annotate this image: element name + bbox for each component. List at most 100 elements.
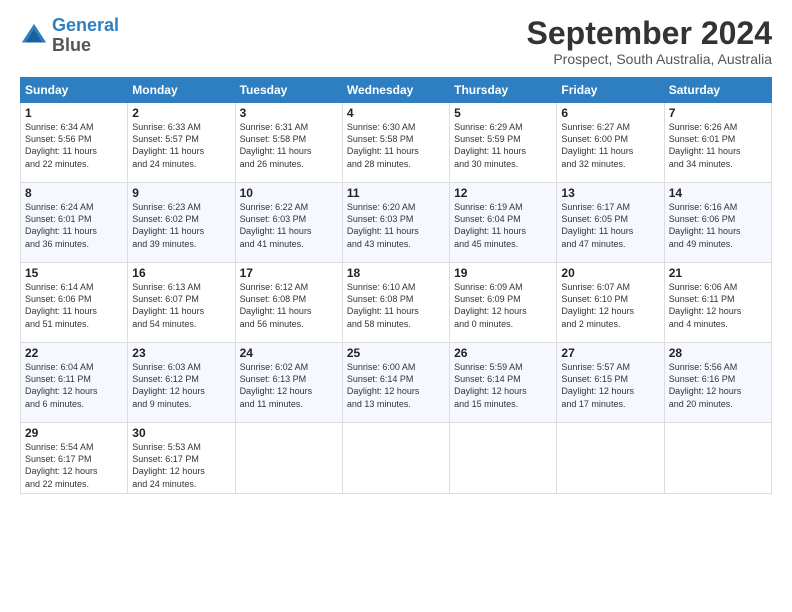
col-friday: Friday: [557, 78, 664, 103]
table-row: [664, 423, 771, 494]
day-info: Sunrise: 5:56 AM Sunset: 6:16 PM Dayligh…: [669, 361, 767, 410]
day-info: Sunrise: 6:26 AM Sunset: 6:01 PM Dayligh…: [669, 121, 767, 170]
table-row: 29Sunrise: 5:54 AM Sunset: 6:17 PM Dayli…: [21, 423, 128, 494]
logo-text: General Blue: [52, 16, 119, 56]
table-row: 25Sunrise: 6:00 AM Sunset: 6:14 PM Dayli…: [342, 343, 449, 423]
day-number: 18: [347, 266, 445, 280]
table-row: 8Sunrise: 6:24 AM Sunset: 6:01 PM Daylig…: [21, 183, 128, 263]
table-row: 16Sunrise: 6:13 AM Sunset: 6:07 PM Dayli…: [128, 263, 235, 343]
day-number: 1: [25, 106, 123, 120]
table-row: 17Sunrise: 6:12 AM Sunset: 6:08 PM Dayli…: [235, 263, 342, 343]
table-row: 3Sunrise: 6:31 AM Sunset: 5:58 PM Daylig…: [235, 103, 342, 183]
day-number: 9: [132, 186, 230, 200]
day-number: 25: [347, 346, 445, 360]
table-row: 22Sunrise: 6:04 AM Sunset: 6:11 PM Dayli…: [21, 343, 128, 423]
table-row: 19Sunrise: 6:09 AM Sunset: 6:09 PM Dayli…: [450, 263, 557, 343]
month-title: September 2024: [527, 16, 772, 51]
day-info: Sunrise: 6:19 AM Sunset: 6:04 PM Dayligh…: [454, 201, 552, 250]
calendar-table: Sunday Monday Tuesday Wednesday Thursday…: [20, 77, 772, 494]
day-info: Sunrise: 6:24 AM Sunset: 6:01 PM Dayligh…: [25, 201, 123, 250]
header: General Blue September 2024 Prospect, So…: [20, 16, 772, 67]
col-monday: Monday: [128, 78, 235, 103]
table-row: 12Sunrise: 6:19 AM Sunset: 6:04 PM Dayli…: [450, 183, 557, 263]
title-area: September 2024 Prospect, South Australia…: [527, 16, 772, 67]
table-row: 5Sunrise: 6:29 AM Sunset: 5:59 PM Daylig…: [450, 103, 557, 183]
subtitle: Prospect, South Australia, Australia: [527, 51, 772, 67]
day-info: Sunrise: 6:16 AM Sunset: 6:06 PM Dayligh…: [669, 201, 767, 250]
day-info: Sunrise: 6:13 AM Sunset: 6:07 PM Dayligh…: [132, 281, 230, 330]
day-number: 29: [25, 426, 123, 440]
table-row: 24Sunrise: 6:02 AM Sunset: 6:13 PM Dayli…: [235, 343, 342, 423]
day-number: 17: [240, 266, 338, 280]
day-info: Sunrise: 6:20 AM Sunset: 6:03 PM Dayligh…: [347, 201, 445, 250]
table-row: 11Sunrise: 6:20 AM Sunset: 6:03 PM Dayli…: [342, 183, 449, 263]
day-number: 11: [347, 186, 445, 200]
day-info: Sunrise: 6:17 AM Sunset: 6:05 PM Dayligh…: [561, 201, 659, 250]
day-number: 10: [240, 186, 338, 200]
day-number: 3: [240, 106, 338, 120]
logo-icon: [20, 22, 48, 50]
table-row: 15Sunrise: 6:14 AM Sunset: 6:06 PM Dayli…: [21, 263, 128, 343]
table-row: 18Sunrise: 6:10 AM Sunset: 6:08 PM Dayli…: [342, 263, 449, 343]
table-row: 13Sunrise: 6:17 AM Sunset: 6:05 PM Dayli…: [557, 183, 664, 263]
day-info: Sunrise: 6:10 AM Sunset: 6:08 PM Dayligh…: [347, 281, 445, 330]
day-number: 20: [561, 266, 659, 280]
day-info: Sunrise: 6:34 AM Sunset: 5:56 PM Dayligh…: [25, 121, 123, 170]
day-info: Sunrise: 6:03 AM Sunset: 6:12 PM Dayligh…: [132, 361, 230, 410]
day-number: 22: [25, 346, 123, 360]
day-info: Sunrise: 6:00 AM Sunset: 6:14 PM Dayligh…: [347, 361, 445, 410]
day-info: Sunrise: 6:06 AM Sunset: 6:11 PM Dayligh…: [669, 281, 767, 330]
day-number: 24: [240, 346, 338, 360]
day-number: 27: [561, 346, 659, 360]
table-row: 4Sunrise: 6:30 AM Sunset: 5:58 PM Daylig…: [342, 103, 449, 183]
day-number: 13: [561, 186, 659, 200]
day-number: 2: [132, 106, 230, 120]
day-info: Sunrise: 6:30 AM Sunset: 5:58 PM Dayligh…: [347, 121, 445, 170]
col-saturday: Saturday: [664, 78, 771, 103]
day-number: 15: [25, 266, 123, 280]
table-row: 1Sunrise: 6:34 AM Sunset: 5:56 PM Daylig…: [21, 103, 128, 183]
logo: General Blue: [20, 16, 119, 56]
day-info: Sunrise: 6:14 AM Sunset: 6:06 PM Dayligh…: [25, 281, 123, 330]
day-info: Sunrise: 6:04 AM Sunset: 6:11 PM Dayligh…: [25, 361, 123, 410]
day-number: 12: [454, 186, 552, 200]
day-info: Sunrise: 5:54 AM Sunset: 6:17 PM Dayligh…: [25, 441, 123, 490]
day-info: Sunrise: 6:33 AM Sunset: 5:57 PM Dayligh…: [132, 121, 230, 170]
day-number: 8: [25, 186, 123, 200]
table-row: 26Sunrise: 5:59 AM Sunset: 6:14 PM Dayli…: [450, 343, 557, 423]
col-tuesday: Tuesday: [235, 78, 342, 103]
table-row: [557, 423, 664, 494]
page: General Blue September 2024 Prospect, So…: [0, 0, 792, 612]
day-number: 14: [669, 186, 767, 200]
day-number: 4: [347, 106, 445, 120]
day-info: Sunrise: 6:12 AM Sunset: 6:08 PM Dayligh…: [240, 281, 338, 330]
day-number: 26: [454, 346, 552, 360]
table-row: 7Sunrise: 6:26 AM Sunset: 6:01 PM Daylig…: [664, 103, 771, 183]
table-row: 21Sunrise: 6:06 AM Sunset: 6:11 PM Dayli…: [664, 263, 771, 343]
day-info: Sunrise: 6:22 AM Sunset: 6:03 PM Dayligh…: [240, 201, 338, 250]
day-info: Sunrise: 6:09 AM Sunset: 6:09 PM Dayligh…: [454, 281, 552, 330]
day-info: Sunrise: 6:27 AM Sunset: 6:00 PM Dayligh…: [561, 121, 659, 170]
table-row: 30Sunrise: 5:53 AM Sunset: 6:17 PM Dayli…: [128, 423, 235, 494]
day-info: Sunrise: 6:07 AM Sunset: 6:10 PM Dayligh…: [561, 281, 659, 330]
header-row: Sunday Monday Tuesday Wednesday Thursday…: [21, 78, 772, 103]
table-row: [342, 423, 449, 494]
table-row: [235, 423, 342, 494]
day-info: Sunrise: 5:57 AM Sunset: 6:15 PM Dayligh…: [561, 361, 659, 410]
table-row: 2Sunrise: 6:33 AM Sunset: 5:57 PM Daylig…: [128, 103, 235, 183]
day-number: 6: [561, 106, 659, 120]
table-row: 28Sunrise: 5:56 AM Sunset: 6:16 PM Dayli…: [664, 343, 771, 423]
table-row: 9Sunrise: 6:23 AM Sunset: 6:02 PM Daylig…: [128, 183, 235, 263]
table-row: [450, 423, 557, 494]
day-info: Sunrise: 6:31 AM Sunset: 5:58 PM Dayligh…: [240, 121, 338, 170]
day-number: 28: [669, 346, 767, 360]
table-row: 27Sunrise: 5:57 AM Sunset: 6:15 PM Dayli…: [557, 343, 664, 423]
table-row: 20Sunrise: 6:07 AM Sunset: 6:10 PM Dayli…: [557, 263, 664, 343]
day-number: 7: [669, 106, 767, 120]
col-wednesday: Wednesday: [342, 78, 449, 103]
day-info: Sunrise: 6:23 AM Sunset: 6:02 PM Dayligh…: [132, 201, 230, 250]
table-row: 23Sunrise: 6:03 AM Sunset: 6:12 PM Dayli…: [128, 343, 235, 423]
day-number: 19: [454, 266, 552, 280]
day-number: 23: [132, 346, 230, 360]
table-row: 6Sunrise: 6:27 AM Sunset: 6:00 PM Daylig…: [557, 103, 664, 183]
